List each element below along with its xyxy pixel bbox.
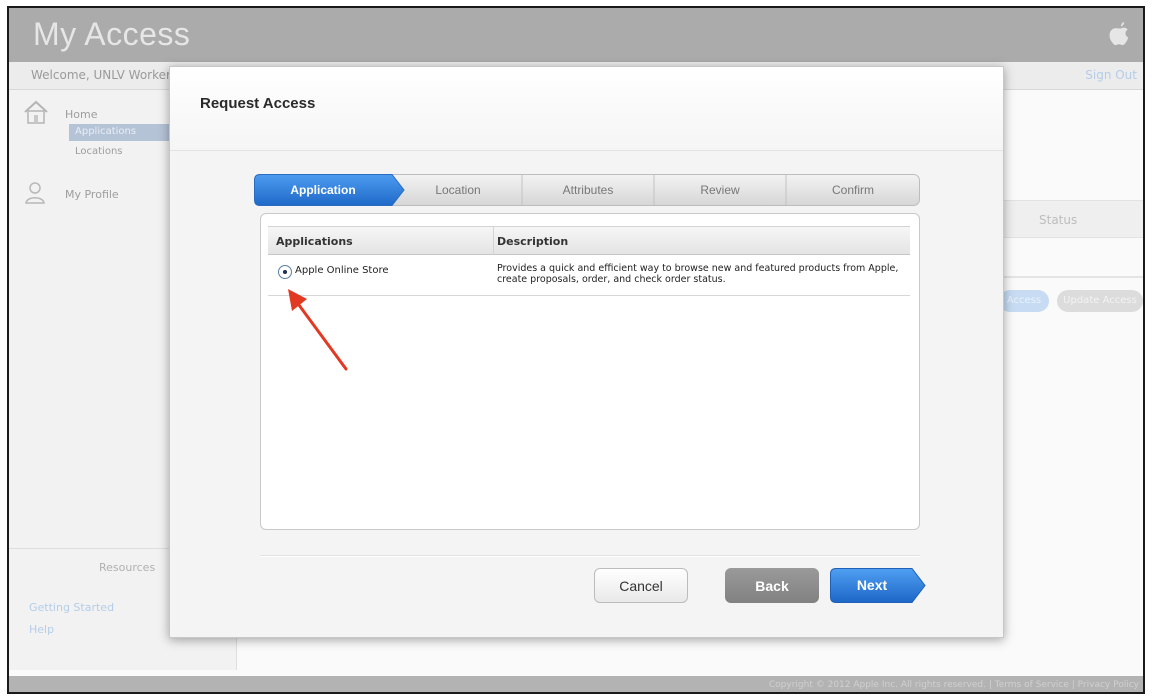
profile-icon (25, 182, 45, 204)
getting-started-link[interactable]: Getting Started (29, 601, 114, 614)
back-button[interactable]: Back (725, 568, 819, 603)
home-icon (24, 100, 48, 124)
table-header: Applications Description (268, 226, 910, 255)
next-button[interactable]: Next (830, 568, 926, 603)
access-button[interactable]: Access (999, 290, 1049, 312)
footer-text: Copyright © 2012 Apple Inc. All rights r… (768, 680, 1139, 690)
table-row[interactable]: Apple Online Store Provides a quick and … (268, 255, 910, 296)
resources-title: Resources (99, 561, 156, 574)
modal-title: Request Access (200, 95, 316, 112)
app-title: My Access (33, 16, 191, 52)
welcome-text: Welcome, UNLV Worker | (31, 68, 179, 82)
step-progress-bar: Application Location Attributes Review C… (254, 174, 920, 206)
sidebar-item-locations[interactable]: Locations (75, 146, 123, 157)
sidebar-item-my-profile[interactable]: My Profile (65, 188, 119, 201)
step-attributes: Attributes (562, 183, 614, 197)
cancel-button[interactable]: Cancel (594, 568, 688, 603)
sidebar-item-home[interactable]: Home (65, 108, 97, 121)
sign-out-link[interactable]: Sign Out (1085, 68, 1137, 82)
annotation-arrow-icon (288, 289, 348, 371)
application-description: Provides a quick and efficient way to br… (497, 263, 899, 285)
status-header-label: Status (1039, 213, 1078, 227)
step-confirm: Confirm (831, 183, 874, 197)
step-application: Application (290, 183, 356, 197)
next-button-label: Next (856, 577, 888, 593)
column-header-applications: Applications (276, 235, 353, 248)
status-column-header: Status (1001, 200, 1143, 238)
request-access-modal: Request Access Application Location Attr… (169, 66, 1004, 638)
update-access-button[interactable]: Update Access (1057, 290, 1143, 312)
app-header: My Access (9, 8, 1143, 62)
sidebar-item-applications-label: Applications (75, 126, 137, 137)
apple-logo-icon (1109, 22, 1129, 46)
applications-table: Applications Description Apple Online St… (260, 213, 920, 530)
background-divider (1001, 276, 1143, 278)
footer-divider (260, 555, 920, 557)
column-header-description: Description (497, 235, 569, 248)
application-name: Apple Online Store (295, 265, 389, 276)
app-footer: Copyright © 2012 Apple Inc. All rights r… (9, 676, 1143, 692)
help-link[interactable]: Help (29, 623, 54, 636)
screenshot-frame: My Access Welcome, UNLV Worker | Sign Ou… (7, 6, 1145, 694)
column-separator (493, 227, 494, 255)
step-review: Review (700, 183, 740, 197)
apple-online-store-radio[interactable] (278, 265, 292, 279)
modal-header: Request Access (170, 67, 1003, 151)
step-location: Location (435, 183, 481, 197)
